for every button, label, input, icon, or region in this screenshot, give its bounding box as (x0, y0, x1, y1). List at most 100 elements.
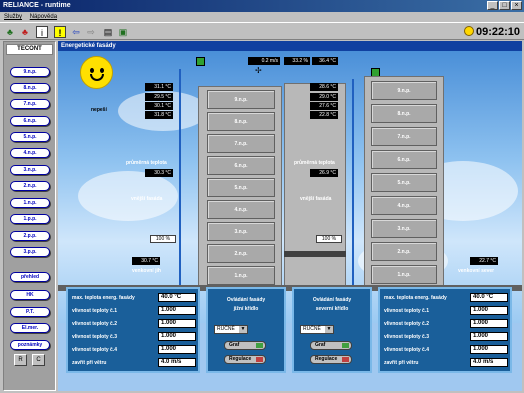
control-subtitle: jižní křídlo (233, 306, 259, 312)
ok-status-icon (196, 57, 205, 66)
cloud (78, 171, 178, 221)
nav-floor-9[interactable]: 9.n.p. (10, 67, 50, 77)
alarm-icon[interactable]: ! (54, 26, 66, 38)
setting-label: vlivnost teploty č.4 (384, 347, 430, 353)
max-temp-field[interactable]: 40.0 °C (158, 293, 196, 302)
influence-4-field[interactable]: 1.000 (470, 345, 508, 354)
south-intake-label: vnější fasáda (131, 196, 163, 202)
mode-value: RUČNĚ (217, 326, 235, 332)
setting-label: vlivnost teploty č.3 (72, 334, 118, 340)
floor-slab: 5.n.p. (371, 173, 437, 192)
influence-1-field[interactable]: 1.000 (158, 306, 196, 315)
nav-hk[interactable]: HK (10, 290, 50, 300)
nav-notes[interactable]: poznámky (10, 340, 50, 350)
influence-2-field[interactable]: 1.000 (470, 319, 508, 328)
floor-label: 5.n.p. (234, 185, 248, 191)
north-temp-1: 28.6 °C (310, 83, 338, 91)
south-regulation-button[interactable]: Regulace (224, 355, 266, 364)
print-icon[interactable]: ▤ (102, 26, 114, 38)
floor-slab: 3.n.p. (371, 219, 437, 238)
r-button[interactable]: R (14, 354, 27, 366)
nav-basement-1[interactable]: 1.p.p. (10, 214, 50, 224)
smiley-icon (463, 26, 474, 36)
north-control-panel: Ovládání fasády severní křídlo RUČNĚ ▼ Gr… (292, 287, 372, 373)
control-title: Ovládání fasády (226, 297, 266, 303)
wind-speed: 0.2 m/s (248, 57, 280, 65)
influence-1-field[interactable]: 1.000 (470, 306, 508, 315)
floor-label: 7.n.p. (234, 141, 248, 147)
sun-smiley-icon (80, 56, 113, 89)
disconnect-icon[interactable]: ♣ (19, 26, 31, 38)
floor-label: 1.n.p. (234, 273, 248, 279)
wind-close-field[interactable]: 4.0 m/s (470, 358, 508, 367)
maximize-button[interactable]: □ (499, 1, 510, 10)
button-label: Graf (315, 342, 326, 348)
c-button[interactable]: C (32, 354, 45, 366)
north-mode-select[interactable]: RUČNĚ ▼ (300, 325, 334, 334)
weather-label: nepeší (91, 107, 107, 113)
back-icon[interactable]: ⇦ (70, 26, 82, 38)
floor-slab: 1.n.p. (207, 266, 275, 285)
south-settings-panel: max. teplota energ. fasády 40.0 °C vlivno… (66, 287, 200, 373)
south-temp-1: 31.1 °C (145, 83, 173, 91)
nav-floor-4[interactable]: 4.n.p. (10, 148, 50, 158)
menu-bar: Služby Nápověda (0, 12, 524, 22)
nav-floor-5[interactable]: 5.n.p. (10, 132, 50, 142)
wind-close-field[interactable]: 4.0 m/s (158, 358, 196, 367)
floor-slab: 7.n.p. (371, 127, 437, 146)
influence-3-field[interactable]: 1.000 (158, 332, 196, 341)
sidebar: TECONT 9.n.p. 8.n.p. 7.n.p. 6.n.p. 5.n.p… (3, 41, 56, 391)
nav-overview[interactable]: přehled (10, 272, 50, 282)
nav-floor-3[interactable]: 3.n.p. (10, 165, 50, 175)
close-button[interactable]: × (511, 1, 522, 10)
north-regulation-button[interactable]: Regulace (310, 355, 352, 364)
floor-slab: 6.n.p. (207, 156, 275, 175)
influence-4-field[interactable]: 1.000 (158, 345, 196, 354)
nav-basement-3[interactable]: 3.p.p. (10, 247, 50, 257)
export-icon[interactable]: ▣ (117, 26, 129, 38)
atrium-floor (284, 251, 346, 257)
floor-slab: 4.n.p. (371, 196, 437, 215)
north-graph-button[interactable]: Graf (310, 341, 352, 350)
toolbar: ♣ ♣ i ! ⇦ ⇨ ▤ ▣ 09:22:10 (0, 22, 524, 40)
eye (100, 68, 104, 73)
setting-label: vlivnost teploty č.1 (384, 308, 430, 314)
north-temp-2: 29.0 °C (310, 93, 338, 101)
nav-basement-2[interactable]: 2.p.p. (10, 231, 50, 241)
floor-label: 9.n.p. (397, 88, 411, 94)
influence-2-field[interactable]: 1.000 (158, 319, 196, 328)
floor-slab: 9.n.p. (371, 81, 437, 100)
floor-slab: 2.n.p. (371, 242, 437, 261)
influence-3-field[interactable]: 1.000 (470, 332, 508, 341)
north-avg-label: průměrná teplota (294, 160, 335, 166)
window-controls: _ □ × (487, 1, 522, 10)
floor-slab: 7.n.p. (207, 134, 275, 153)
north-temp-4: 22.8 °C (310, 111, 338, 119)
mouth (90, 74, 104, 81)
north-settings-panel: max. teplota energ. fasády 40.0 °C vlivno… (378, 287, 512, 373)
floor-slab: 5.n.p. (207, 178, 275, 197)
nav-floor-6[interactable]: 6.n.p. (10, 116, 50, 126)
north-damper-position: 100 % (316, 235, 342, 243)
regulation-icon (342, 357, 349, 362)
forward-icon[interactable]: ⇨ (85, 26, 97, 38)
south-graph-button[interactable]: Graf (224, 341, 266, 350)
menu-services[interactable]: Služby (4, 14, 22, 20)
max-temp-field[interactable]: 40.0 °C (470, 293, 508, 302)
nav-floor-8[interactable]: 8.n.p. (10, 83, 50, 93)
button-label: Regulace (315, 356, 338, 362)
connect-icon[interactable]: ♣ (4, 26, 16, 38)
nav-floor-2[interactable]: 2.n.p. (10, 181, 50, 191)
south-mode-select[interactable]: RUČNĚ ▼ (214, 325, 248, 334)
south-temp-4: 31.8 °C (145, 111, 173, 119)
menu-help[interactable]: Nápověda (30, 14, 57, 20)
floor-slab: 2.n.p. (207, 244, 275, 263)
nav-floor-1[interactable]: 1.n.p. (10, 198, 50, 208)
nav-elmer[interactable]: El.mer. (10, 323, 50, 333)
nav-floor-7[interactable]: 7.n.p. (10, 99, 50, 109)
control-title: Ovládání fasády (312, 297, 352, 303)
minimize-button[interactable]: _ (487, 1, 498, 10)
info-icon[interactable]: i (36, 26, 48, 38)
nav-pt[interactable]: P.T. (10, 307, 50, 317)
floor-slab: 6.n.p. (371, 150, 437, 169)
